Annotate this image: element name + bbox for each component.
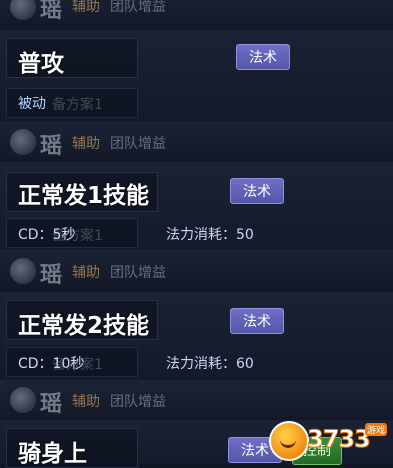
hero-icon xyxy=(10,129,36,155)
skill-name-suffix: 技能 xyxy=(103,183,150,209)
passive-label: 被动 xyxy=(18,96,46,112)
watermark-sub: 游戏 xyxy=(364,423,387,436)
skill-type-tag: 法术 xyxy=(230,308,284,334)
skill-name: 正常发1技能 xyxy=(18,176,149,210)
ghost-hero-name: 瑶 xyxy=(40,133,63,159)
skill-name: 骑身上 xyxy=(18,441,87,467)
mana-cost-label: 法力消耗：50 xyxy=(166,227,254,243)
cd-label: CD：10秒 xyxy=(18,356,85,372)
skill-name-suffix: 技能 xyxy=(103,313,150,339)
ghost-role: 辅助 xyxy=(72,0,100,15)
hero-icon xyxy=(10,387,36,413)
ghost-role: 辅助 xyxy=(72,394,100,410)
skill-name: 正常发2技能 xyxy=(18,306,149,340)
skill-name-prefix: 正常发 xyxy=(18,183,87,209)
ghost-team: 团队增益 xyxy=(110,136,166,152)
cd-label: CD：5秒 xyxy=(18,227,76,243)
ghost-team: 团队增益 xyxy=(110,394,166,410)
mana-cost-label: 法力消耗：60 xyxy=(166,356,254,372)
skill-type-tag: 法术 xyxy=(230,178,284,204)
skill-name-number: 1 xyxy=(87,183,104,209)
watermark-text: 3733 xyxy=(307,425,372,454)
ghost-team: 团队增益 xyxy=(110,0,166,15)
skill-name-number: 2 xyxy=(87,313,104,339)
skill-type-tag: 法术 xyxy=(236,44,290,70)
skill-name: 普攻 xyxy=(18,51,64,77)
ghost-hero-name: 瑶 xyxy=(40,262,63,288)
ghost-hero-name: 瑶 xyxy=(40,0,63,23)
ghost-hero-name: 瑶 xyxy=(40,391,63,417)
ghost-role: 辅助 xyxy=(72,265,100,281)
site-watermark: 3733 游戏 xyxy=(269,417,389,461)
hero-icon xyxy=(10,258,36,284)
ghost-plan-label: 备方案1 xyxy=(52,97,103,113)
ghost-team: 团队增益 xyxy=(110,265,166,281)
ghost-role: 辅助 xyxy=(72,136,100,152)
orange-mascot-icon xyxy=(269,421,309,461)
skill-name-prefix: 正常发 xyxy=(18,313,87,339)
